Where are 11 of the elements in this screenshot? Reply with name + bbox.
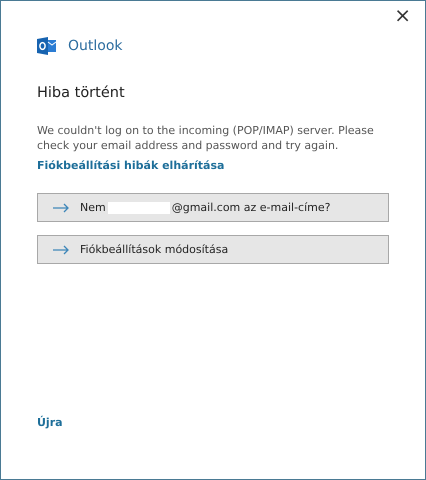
- arrow-icon: [52, 202, 70, 212]
- error-message: We couldn't log on to the incoming (POP/IMAP) server. Please check your email address and password and try again.: [37, 123, 375, 153]
- app-name: Outlook: [68, 38, 123, 54]
- troubleshoot-link[interactable]: Fiókbeállítási hibák elhárítása: [37, 159, 224, 172]
- dialog-title: Hiba történt: [37, 85, 126, 101]
- arrow-icon: [52, 244, 70, 254]
- change-settings-button[interactable]: Fiókbeállítások módosítása: [37, 235, 389, 264]
- close-button[interactable]: ×: [392, 5, 413, 25]
- retry-link[interactable]: Újra: [37, 416, 63, 429]
- outlook-logo-icon: [37, 37, 57, 55]
- confirm-email-button[interactable]: Nem @gmail.com az e-mail-címe?: [37, 193, 389, 222]
